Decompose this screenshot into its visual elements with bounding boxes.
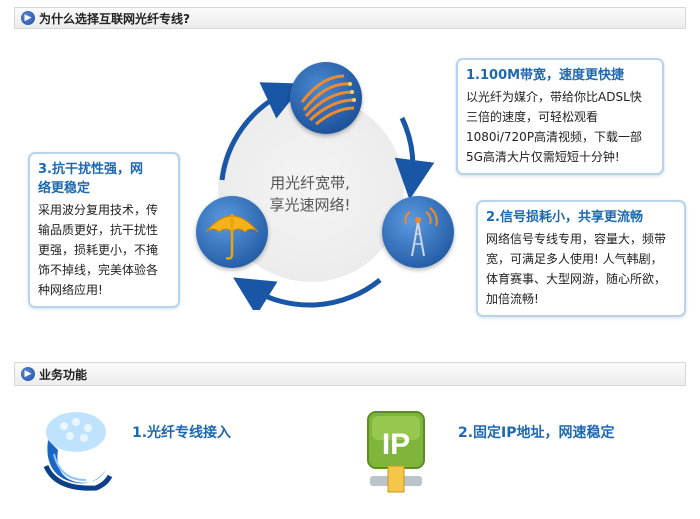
benefit-title-line: 3.抗干扰性强，网 — [38, 162, 143, 177]
benefit-line: 三倍的速度，可轻松观看 — [466, 110, 599, 124]
benefit-body: 以光纤为媒介，带给你比ADSL快 三倍的速度，可轻松观看 1080i/720P高… — [466, 87, 654, 167]
benefit-line: 宽，可满足多人使用! 人气韩剧， — [486, 252, 663, 266]
fiber-globe-icon — [290, 62, 362, 134]
feature-label-ip: 2.固定IP地址，网速稳定 — [458, 425, 615, 441]
center-slogan-line1: 用光纤宽带, — [270, 174, 350, 192]
feature-label-fiber: 1.光纤专线接入 — [132, 425, 232, 441]
ip-icon-text: IP — [382, 428, 410, 461]
benefit-body: 采用波分复用技术，传 输品质更好，抗干扰性 更强，损耗更小，不掩 饰不掉线，完美… — [38, 200, 170, 300]
benefit-line: 5G高清大片仅需短短十分钟! — [466, 150, 620, 164]
section-title: 为什么选择互联网光纤专线? — [39, 11, 190, 26]
arrow-right-icon: ▶ — [21, 11, 35, 25]
signal-tower-icon — [382, 196, 454, 268]
benefit-line: 网络信号专线专用，容量大，频带 — [486, 232, 667, 246]
section-header-services: ▶ 业务功能 — [14, 362, 686, 386]
benefit-line: 加倍流畅! — [486, 292, 539, 306]
ip-icon: IP — [364, 410, 428, 496]
benefit-line: 输品质更好，抗干扰性 — [38, 223, 159, 237]
benefit-line: 1080i/720P高清视频，下载一部 — [466, 130, 643, 144]
benefit-title: 1.100M带宽，速度更快捷 — [466, 68, 625, 83]
benefit-title: 3.抗干扰性强，网 络更稳定 — [38, 160, 170, 198]
benefit-body: 网络信号专线专用，容量大，频带 宽，可满足多人使用! 人气韩剧， 体育赛事、大型… — [486, 229, 676, 309]
benefit-title-line: 络更稳定 — [38, 181, 91, 196]
benefit-bubble-stability: 3.抗干扰性强，网 络更稳定 采用波分复用技术，传 输品质更好，抗干扰性 更强，… — [28, 152, 180, 308]
benefit-line: 更强，损耗更小，不掩 — [38, 243, 159, 257]
benefit-bubble-signal: 2.信号损耗小，共享更流畅 网络信号专线专用，容量大，频带 宽，可满足多人使用!… — [476, 200, 686, 317]
benefit-line: 采用波分复用技术，传 — [38, 203, 159, 217]
benefit-line: 种网络应用! — [38, 283, 103, 297]
arrow-right-icon: ▶ — [21, 367, 35, 381]
benefit-line: 以光纤为媒介，带给你比ADSL快 — [466, 90, 642, 104]
umbrella-icon — [196, 196, 268, 268]
section-title: 业务功能 — [39, 367, 88, 382]
benefit-line: 饰不掉线，完美体验各 — [38, 263, 159, 277]
benefit-bubble-bandwidth: 1.100M带宽，速度更快捷 以光纤为媒介，带给你比ADSL快 三倍的速度，可轻… — [456, 58, 664, 175]
benefit-line: 体育赛事、大型网游，随心所欲， — [486, 272, 667, 286]
benefit-title: 2.信号损耗小，共享更流畅 — [486, 210, 643, 225]
fiber-bundle-icon — [36, 410, 114, 496]
section-header-why: ▶ 为什么选择互联网光纤专线? — [14, 7, 686, 29]
